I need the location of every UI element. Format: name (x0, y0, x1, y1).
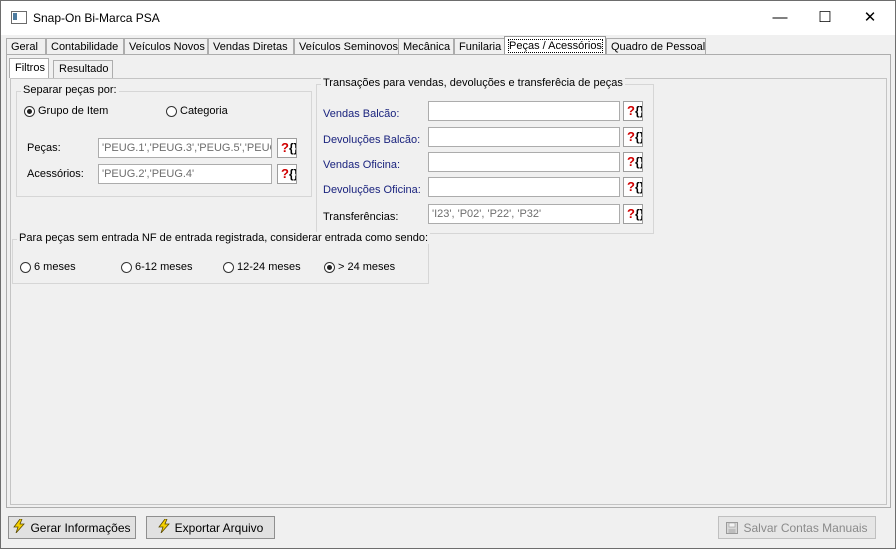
radio-6-meses-indicator (20, 261, 31, 273)
subtab-filtros[interactable]: Filtros (9, 58, 49, 78)
salvar-contas-manuais-button[interactable]: Salvar Contas Manuais (718, 516, 876, 539)
brace-icon: {} (635, 130, 642, 144)
lookup-help-icon: ? (281, 166, 289, 181)
devolucoes-oficina-lookup-button[interactable]: ?{} (623, 177, 643, 197)
brace-icon: {} (635, 207, 642, 221)
tab-veiculos-seminovos[interactable]: Veículos Seminovos (294, 38, 400, 55)
radio-grupo-de-item[interactable]: Grupo de Item (24, 105, 108, 117)
radio-12-24-meses-indicator (223, 261, 234, 273)
radio-mais-24-meses-label: > 24 meses (338, 261, 396, 273)
lookup-help-icon: ? (627, 103, 635, 118)
transferencias-lookup-button[interactable]: ?{} (623, 204, 643, 224)
bottom-toolbar: Gerar Informações Exportar Arquivo Salva… (1, 509, 895, 548)
app-window: Snap-On Bi-Marca PSA — ☐ ✕ Geral Contabi… (1, 1, 895, 548)
devolucoes-balcao-label: Devoluções Balcão: (323, 134, 421, 146)
title-bar: Snap-On Bi-Marca PSA — ☐ ✕ (1, 1, 895, 35)
radio-6-meses[interactable]: 6 meses (20, 261, 76, 273)
tab-contabilidade[interactable]: Contabilidade (46, 38, 124, 55)
acessorios-input[interactable]: 'PEUG.2','PEUG.4' (98, 164, 272, 184)
brace-icon: {} (289, 167, 296, 181)
radio-categoria[interactable]: Categoria (166, 105, 228, 117)
separar-group: Separar peças por: Grupo de Item Categor… (16, 84, 312, 197)
radio-12-24-meses[interactable]: 12-24 meses (223, 261, 301, 273)
tab-geral[interactable]: Geral (6, 38, 46, 55)
lightning-bolt-icon (157, 518, 170, 536)
radio-categoria-label: Categoria (180, 105, 228, 117)
window-app-icon (11, 11, 27, 24)
maximize-button[interactable]: ☐ (802, 1, 848, 35)
lookup-help-icon: ? (627, 179, 635, 194)
close-button[interactable]: ✕ (847, 1, 893, 35)
pecas-label: Peças: (27, 142, 61, 154)
subtab-resultado[interactable]: Resultado (53, 60, 113, 78)
gerar-informacoes-button[interactable]: Gerar Informações (8, 516, 136, 539)
transacoes-group-title: Transações para vendas, devoluções e tra… (321, 77, 625, 89)
window-title: Snap-On Bi-Marca PSA (33, 11, 160, 25)
tab-pecas-acessorios[interactable]: Peças / Acessórios (504, 36, 606, 56)
radio-mais-24-meses[interactable]: > 24 meses (324, 261, 395, 273)
radio-6-12-meses-label: 6-12 meses (135, 261, 193, 273)
brace-icon: {} (289, 141, 296, 155)
lookup-help-icon: ? (281, 140, 289, 155)
pecas-input[interactable]: 'PEUG.1','PEUG.3','PEUG.5','PEUG.6 (98, 138, 272, 158)
lookup-help-icon: ? (627, 206, 635, 221)
entrada-group-title: Para peças sem entrada NF de entrada reg… (17, 232, 431, 244)
tab-quadro-de-pessoal[interactable]: Quadro de Pessoal (606, 38, 706, 55)
filtros-panel: Separar peças por: Grupo de Item Categor… (10, 77, 887, 505)
transferencias-label: Transferências: (323, 211, 399, 223)
transferencias-input[interactable]: 'I23', 'P02', 'P22', 'P32' (428, 204, 620, 224)
brace-icon: {} (635, 155, 642, 169)
radio-grupo-de-item-indicator (24, 105, 35, 117)
devolucoes-balcao-input[interactable] (428, 127, 620, 147)
radio-grupo-de-item-label: Grupo de Item (38, 105, 109, 117)
brace-icon: {} (635, 180, 642, 194)
tab-mecanica[interactable]: Mecânica (398, 38, 454, 55)
vendas-oficina-lookup-button[interactable]: ?{} (623, 152, 643, 172)
lookup-help-icon: ? (627, 154, 635, 169)
radio-mais-24-meses-indicator (324, 261, 335, 273)
separar-group-title: Separar peças por: (21, 84, 119, 96)
tab-vendas-diretas[interactable]: Vendas Diretas (208, 38, 294, 55)
pecas-lookup-button[interactable]: ?{} (277, 138, 297, 158)
exportar-arquivo-button[interactable]: Exportar Arquivo (146, 516, 275, 539)
acessorios-label: Acessórios: (27, 168, 84, 180)
acessorios-lookup-button[interactable]: ?{} (277, 164, 297, 184)
floppy-disk-icon (726, 521, 739, 534)
brace-icon: {} (635, 104, 642, 118)
devolucoes-oficina-input[interactable] (428, 177, 620, 197)
radio-6-meses-label: 6 meses (34, 261, 76, 273)
lightning-bolt-icon (13, 518, 26, 536)
tab-content-panel: Filtros Resultado Separar peças por: Gru… (6, 54, 891, 508)
vendas-balcao-lookup-button[interactable]: ?{} (623, 101, 643, 121)
transacoes-group: Transações para vendas, devoluções e tra… (316, 77, 654, 234)
exportar-arquivo-label: Exportar Arquivo (174, 520, 264, 535)
tab-veiculos-novos[interactable]: Veículos Novos (124, 38, 208, 55)
vendas-balcao-label: Vendas Balcão: (323, 108, 400, 120)
vendas-oficina-label: Vendas Oficina: (323, 159, 401, 171)
radio-12-24-meses-label: 12-24 meses (237, 261, 301, 273)
lookup-help-icon: ? (627, 129, 635, 144)
gerar-informacoes-label: Gerar Informações (30, 520, 131, 535)
radio-categoria-indicator (166, 105, 177, 117)
salvar-contas-manuais-label: Salvar Contas Manuais (743, 520, 868, 535)
devolucoes-oficina-label: Devoluções Oficina: (323, 184, 421, 196)
tab-pecas-acessorios-label: Peças / Acessórios (508, 39, 603, 53)
devolucoes-balcao-lookup-button[interactable]: ?{} (623, 127, 643, 147)
tab-funilaria[interactable]: Funilaria (454, 38, 506, 55)
vendas-balcao-input[interactable] (428, 101, 620, 121)
minimize-button[interactable]: — (757, 1, 803, 35)
radio-6-12-meses-indicator (121, 261, 132, 273)
radio-6-12-meses[interactable]: 6-12 meses (121, 261, 192, 273)
entrada-group: Para peças sem entrada NF de entrada reg… (12, 232, 431, 284)
vendas-oficina-input[interactable] (428, 152, 620, 172)
